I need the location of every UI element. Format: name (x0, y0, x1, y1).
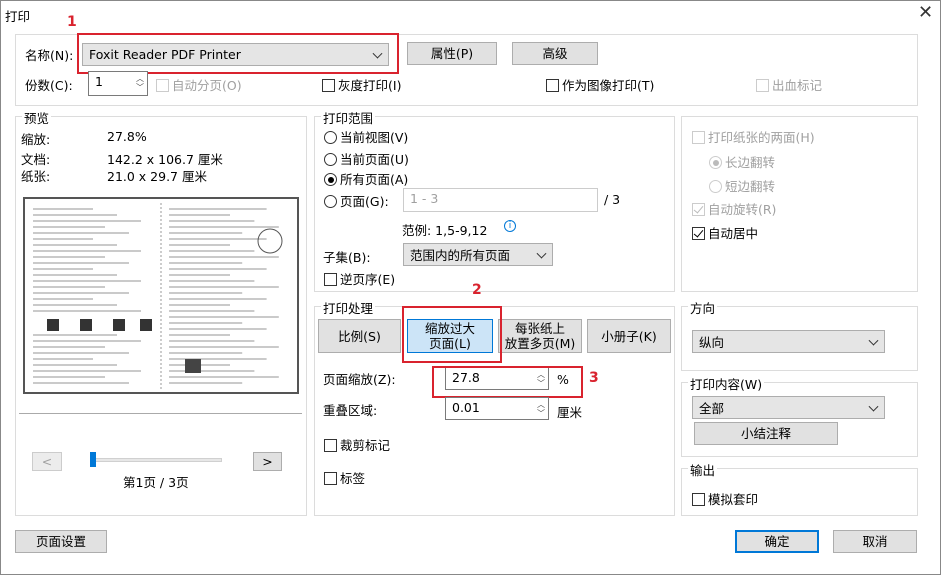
pages-input[interactable]: 1 - 3 (403, 188, 598, 212)
collate-checkbox[interactable]: 自动分页(O) (156, 75, 242, 94)
copies-input[interactable]: 1 ︿ ﹀ (88, 71, 148, 96)
simulate-overprint-label: 模拟套印 (708, 492, 759, 507)
radio-current-page[interactable]: 当前页面(U) (324, 149, 409, 168)
radio-label: 长边翻转 (725, 155, 776, 170)
annotation-2: 2 (472, 282, 482, 298)
cancel-button[interactable]: 取消 (833, 530, 917, 553)
labels-checkbox[interactable]: 标签 (324, 468, 365, 487)
overlap-unit: 厘米 (557, 405, 583, 420)
page-slider[interactable] (91, 458, 222, 462)
collate-label: 自动分页(O) (172, 78, 242, 93)
orientation-value: 纵向 (699, 335, 725, 350)
both-sides-checkbox[interactable]: 打印纸张的两面(H) (692, 127, 815, 146)
close-icon[interactable]: ✕ (918, 2, 933, 23)
bleed-marks-checkbox[interactable]: 出血标记 (756, 75, 822, 94)
preview-paper-label: 纸张: (21, 169, 51, 184)
print-content-select[interactable]: 全部 (692, 396, 885, 419)
radio-all-pages[interactable]: 所有页面(A) (324, 169, 408, 188)
preview-thumbnail (23, 197, 299, 394)
divider (19, 413, 302, 414)
crop-marks-label: 裁剪标记 (340, 438, 391, 453)
chevron-down-icon (868, 401, 879, 412)
spinner-arrows-icon[interactable]: ︿ ﹀ (537, 400, 545, 418)
spinner-arrows-icon[interactable]: ︿ ﹀ (136, 74, 144, 92)
radio-label: 所有页面(A) (340, 172, 409, 187)
advanced-button[interactable]: 高级 (512, 42, 598, 65)
annotation-3: 3 (589, 370, 599, 386)
simulate-overprint-checkbox[interactable]: 模拟套印 (692, 489, 758, 508)
info-icon[interactable]: i (504, 220, 516, 232)
range-example: 范例: 1,5-9,12 (402, 223, 488, 238)
highlight-box-2 (402, 306, 502, 363)
print-content-value: 全部 (699, 401, 725, 416)
print-content-title: 打印内容(W) (688, 374, 765, 393)
summarize-comments-button[interactable]: 小结注释 (694, 422, 838, 445)
page-slider-thumb[interactable] (90, 452, 96, 467)
booklet-button[interactable]: 小册子(K) (587, 319, 671, 353)
radio-label: 页面(G): (340, 194, 389, 209)
page-setup-button[interactable]: 页面设置 (15, 530, 107, 553)
grayscale-label: 灰度打印(I) (338, 78, 402, 93)
auto-center-checkbox[interactable]: 自动居中 (692, 223, 758, 242)
print-as-image-checkbox[interactable]: 作为图像打印(T) (546, 75, 654, 94)
radio-label: 短边翻转 (725, 179, 776, 194)
subset-select[interactable]: 范围内的所有页面 (403, 243, 553, 266)
subset-value: 范围内的所有页面 (410, 248, 511, 263)
crop-marks-checkbox[interactable]: 裁剪标记 (324, 435, 390, 454)
total-pages: / 3 (604, 192, 621, 207)
window-title: 打印 (5, 9, 31, 24)
print-range-title: 打印范围 (321, 108, 376, 127)
chevron-down-icon (536, 248, 547, 259)
prev-page-button[interactable]: < (32, 452, 62, 471)
preview-zoom-label: 缩放: (21, 132, 51, 147)
copies-value: 1 (95, 74, 103, 89)
auto-rotate-checkbox[interactable]: 自动旋转(R) (692, 199, 776, 218)
copies-label: 份数(C): (25, 78, 73, 93)
overlap-input[interactable]: 0.01 ︿ ﹀ (445, 397, 549, 420)
multiple-pages-button[interactable]: 每张纸上 放置多页(M) (498, 319, 582, 353)
print-as-image-label: 作为图像打印(T) (562, 78, 655, 93)
radio-long-edge[interactable]: 长边翻转 (709, 152, 775, 171)
document-page-image (33, 203, 283, 389)
page-zoom-label: 页面缩放(Z): (323, 372, 396, 387)
radio-pages[interactable]: 页面(G): (324, 191, 389, 210)
highlight-box-1 (77, 33, 399, 74)
next-page-button[interactable]: > (253, 452, 282, 471)
print-content-group: 打印内容(W) (681, 374, 918, 457)
annotation-1: 1 (67, 14, 77, 30)
preview-paper-value: 21.0 x 29.7 厘米 (107, 169, 207, 184)
highlight-box-3 (432, 366, 583, 398)
chevron-down-icon (868, 335, 879, 346)
bleed-marks-label: 出血标记 (772, 78, 823, 93)
labels-label: 标签 (340, 471, 366, 486)
preview-zoom-value: 27.8% (107, 129, 147, 144)
preview-title: 预览 (22, 108, 52, 127)
overlap-label: 重叠区域: (323, 403, 378, 418)
printer-name-label: 名称(N): (25, 48, 74, 63)
output-title: 输出 (688, 460, 718, 479)
scale-button[interactable]: 比例(S) (318, 319, 401, 353)
radio-label: 当前视图(V) (340, 130, 409, 145)
auto-rotate-label: 自动旋转(R) (708, 202, 777, 217)
radio-current-view[interactable]: 当前视图(V) (324, 127, 408, 146)
reverse-checkbox[interactable]: 逆页序(E) (324, 269, 395, 288)
both-sides-label: 打印纸张的两面(H) (708, 130, 815, 145)
grayscale-checkbox[interactable]: 灰度打印(I) (322, 75, 401, 94)
subset-label: 子集(B): (323, 250, 371, 265)
overlap-value: 0.01 (452, 400, 480, 415)
orientation-title: 方向 (688, 298, 718, 317)
ok-button[interactable]: 确定 (735, 530, 819, 553)
properties-button[interactable]: 属性(P) (407, 42, 497, 65)
radio-short-edge[interactable]: 短边翻转 (709, 176, 775, 195)
reverse-label: 逆页序(E) (340, 272, 396, 287)
radio-label: 当前页面(U) (340, 152, 409, 167)
orientation-select[interactable]: 纵向 (692, 330, 885, 353)
auto-center-label: 自动居中 (708, 226, 759, 241)
page-indicator: 第1页 / 3页 (123, 475, 189, 490)
handling-title: 打印处理 (321, 298, 376, 317)
